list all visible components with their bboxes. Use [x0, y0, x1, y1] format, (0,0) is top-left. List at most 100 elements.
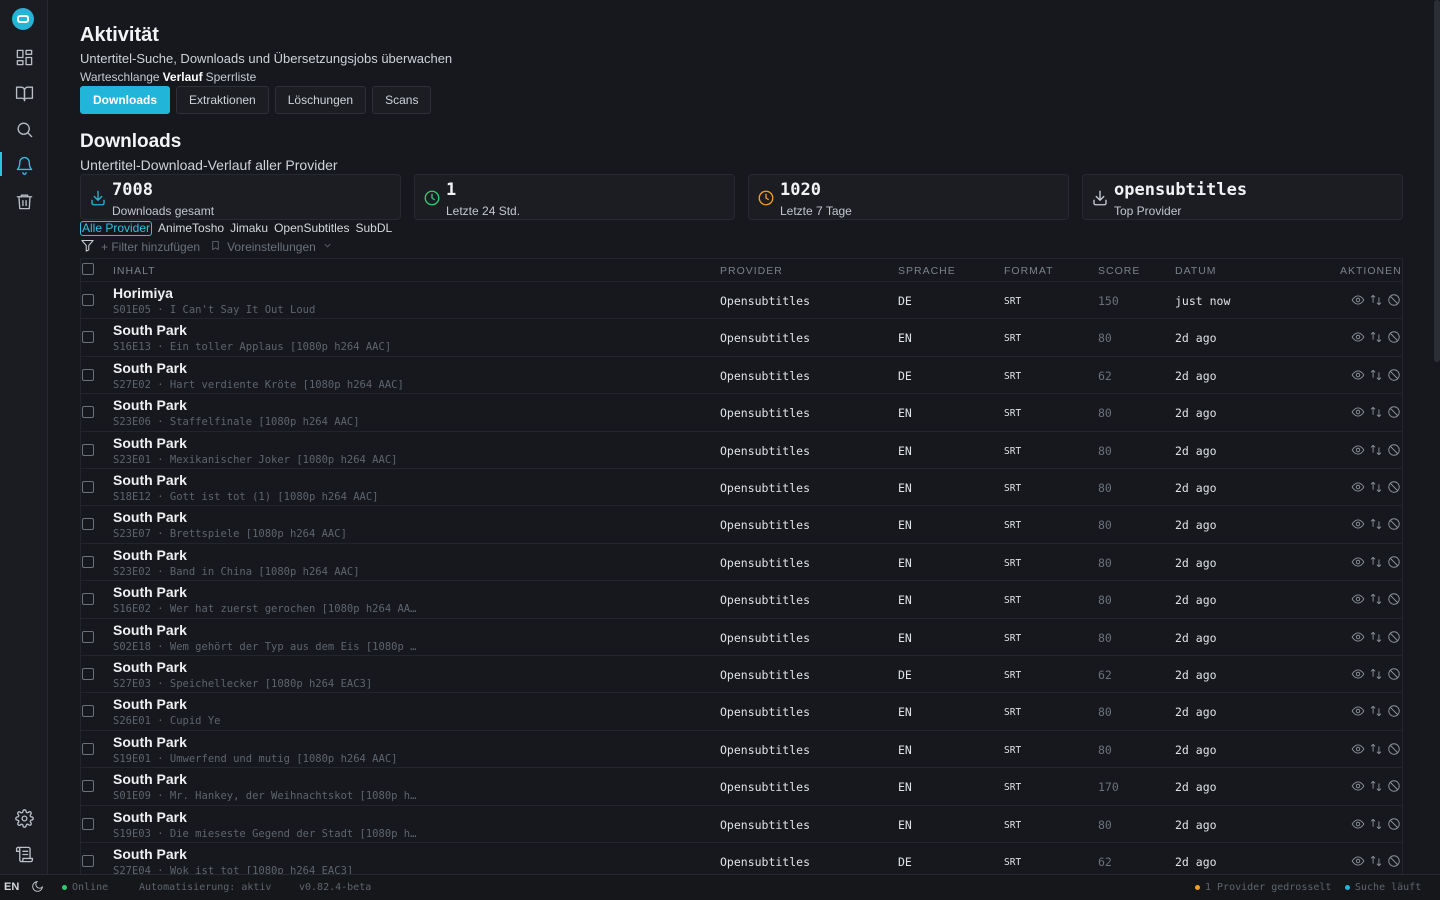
- row-checkbox[interactable]: [82, 742, 94, 755]
- table-row[interactable]: South Park S23E07 · Brettspiele [1080p h2…: [81, 506, 1402, 544]
- table-row[interactable]: South Park S27E04 · Wok ist tot [1080p h2…: [81, 843, 1402, 874]
- provider-all[interactable]: Alle Provider: [80, 221, 153, 236]
- replace-swap-icon[interactable]: [1369, 630, 1383, 649]
- replace-swap-icon[interactable]: [1369, 480, 1383, 499]
- view-eye-icon[interactable]: [1351, 779, 1365, 798]
- provider-opensubtitles[interactable]: OpenSubtitles: [274, 221, 349, 236]
- provider-animetosho[interactable]: AnimeTosho: [158, 221, 224, 236]
- table-row[interactable]: South Park S27E02 · Hart verdiente Kröte …: [81, 357, 1402, 395]
- dashboard-icon[interactable]: [11, 44, 37, 70]
- block-ban-icon[interactable]: [1387, 592, 1401, 611]
- table-row[interactable]: South Park S23E01 · Mexikanischer Joker […: [81, 432, 1402, 469]
- block-ban-icon[interactable]: [1387, 742, 1401, 761]
- view-eye-icon[interactable]: [1351, 742, 1365, 761]
- view-eye-icon[interactable]: [1351, 817, 1365, 836]
- view-eye-icon[interactable]: [1351, 443, 1365, 462]
- view-eye-icon[interactable]: [1351, 555, 1365, 574]
- replace-swap-icon[interactable]: [1369, 405, 1383, 424]
- replace-swap-icon[interactable]: [1369, 517, 1383, 536]
- replace-swap-icon[interactable]: [1369, 592, 1383, 611]
- view-eye-icon[interactable]: [1351, 517, 1365, 536]
- subnav-history[interactable]: Verlauf: [163, 70, 203, 84]
- block-ban-icon[interactable]: [1387, 293, 1401, 312]
- row-checkbox[interactable]: [82, 294, 94, 306]
- tab-deletions[interactable]: Löschungen: [274, 86, 367, 114]
- provider-jimaku[interactable]: Jimaku: [230, 221, 268, 236]
- subnav-blocklist[interactable]: Sperrliste: [206, 70, 257, 84]
- replace-swap-icon[interactable]: [1369, 667, 1383, 686]
- filter-funnel-icon[interactable]: [80, 238, 95, 256]
- table-row[interactable]: South Park S18E12 · Gott ist tot (1) [108…: [81, 469, 1402, 507]
- search-icon[interactable]: [11, 116, 37, 142]
- add-filter-button[interactable]: + Filter hinzufügen: [101, 240, 200, 254]
- table-row[interactable]: South Park S19E03 · Die mieseste Gegend d…: [81, 806, 1402, 843]
- replace-swap-icon[interactable]: [1369, 330, 1383, 349]
- block-ban-icon[interactable]: [1387, 817, 1401, 836]
- block-ban-icon[interactable]: [1387, 443, 1401, 462]
- view-eye-icon[interactable]: [1351, 592, 1365, 611]
- block-ban-icon[interactable]: [1387, 555, 1401, 574]
- row-checkbox[interactable]: [82, 368, 94, 381]
- block-ban-icon[interactable]: [1387, 779, 1401, 798]
- view-eye-icon[interactable]: [1351, 368, 1365, 387]
- subnav-queue[interactable]: Warteschlange: [80, 70, 160, 84]
- replace-swap-icon[interactable]: [1369, 704, 1383, 723]
- table-row[interactable]: South Park S27E03 · Speichellecker [1080p…: [81, 656, 1402, 694]
- block-ban-icon[interactable]: [1387, 704, 1401, 723]
- table-row[interactable]: South Park S26E01 · Cupid Ye Opensubtitles…: [81, 693, 1402, 731]
- row-checkbox[interactable]: [82, 555, 94, 568]
- view-eye-icon[interactable]: [1351, 854, 1365, 873]
- app-logo[interactable]: [12, 8, 34, 30]
- col-format[interactable]: FORMAT: [1004, 265, 1054, 277]
- block-ban-icon[interactable]: [1387, 630, 1401, 649]
- table-row[interactable]: South Park S01E09 · Mr. Hankey, der Weihn…: [81, 768, 1402, 806]
- replace-swap-icon[interactable]: [1369, 817, 1383, 836]
- block-ban-icon[interactable]: [1387, 368, 1401, 387]
- table-row[interactable]: South Park S02E18 · Wem gehört der Typ au…: [81, 619, 1402, 656]
- table-row[interactable]: South Park S16E13 · Ein toller Applaus [1…: [81, 319, 1402, 357]
- settings-gear-icon[interactable]: [11, 805, 37, 831]
- table-row[interactable]: South Park S16E02 · Wer hat zuerst geroch…: [81, 581, 1402, 619]
- replace-swap-icon[interactable]: [1369, 368, 1383, 387]
- row-checkbox[interactable]: [82, 331, 94, 344]
- tab-extractions[interactable]: Extraktionen: [176, 86, 269, 114]
- presets-button[interactable]: Voreinstellungen: [227, 240, 316, 254]
- row-checkbox[interactable]: [82, 705, 94, 718]
- table-row[interactable]: Horimiya S01E05 · I Can't Say It Out Loud…: [81, 282, 1402, 320]
- view-eye-icon[interactable]: [1351, 405, 1365, 424]
- table-row[interactable]: South Park S23E02 · Band in China [1080p …: [81, 544, 1402, 582]
- col-date[interactable]: DATUM: [1175, 265, 1217, 277]
- tab-downloads[interactable]: Downloads: [80, 86, 171, 114]
- block-ban-icon[interactable]: [1387, 480, 1401, 499]
- replace-swap-icon[interactable]: [1369, 854, 1383, 873]
- row-checkbox[interactable]: [82, 518, 94, 531]
- view-eye-icon[interactable]: [1351, 704, 1365, 723]
- library-book-icon[interactable]: [11, 80, 37, 106]
- replace-swap-icon[interactable]: [1369, 443, 1383, 462]
- replace-swap-icon[interactable]: [1369, 742, 1383, 761]
- tab-scans[interactable]: Scans: [372, 86, 432, 114]
- col-content[interactable]: INHALT: [113, 265, 156, 277]
- row-checkbox[interactable]: [82, 593, 94, 606]
- row-checkbox[interactable]: [82, 668, 94, 680]
- block-ban-icon[interactable]: [1387, 854, 1401, 873]
- row-checkbox[interactable]: [82, 481, 94, 493]
- row-checkbox[interactable]: [82, 855, 94, 867]
- block-ban-icon[interactable]: [1387, 330, 1401, 349]
- block-ban-icon[interactable]: [1387, 405, 1401, 424]
- row-checkbox[interactable]: [82, 406, 94, 419]
- theme-moon-icon[interactable]: [31, 880, 44, 896]
- block-ban-icon[interactable]: [1387, 517, 1401, 536]
- select-all-checkbox[interactable]: [82, 263, 94, 275]
- row-checkbox[interactable]: [82, 817, 94, 830]
- provider-subdl[interactable]: SubDL: [355, 221, 392, 236]
- language-switch[interactable]: EN: [4, 881, 19, 893]
- view-eye-icon[interactable]: [1351, 480, 1365, 499]
- block-ban-icon[interactable]: [1387, 667, 1401, 686]
- view-eye-icon[interactable]: [1351, 667, 1365, 686]
- logs-scroll-icon[interactable]: [11, 841, 37, 867]
- trash-icon[interactable]: [11, 188, 37, 214]
- col-provider[interactable]: PROVIDER: [720, 265, 783, 277]
- col-score[interactable]: SCORE: [1098, 265, 1140, 277]
- row-checkbox[interactable]: [82, 630, 94, 643]
